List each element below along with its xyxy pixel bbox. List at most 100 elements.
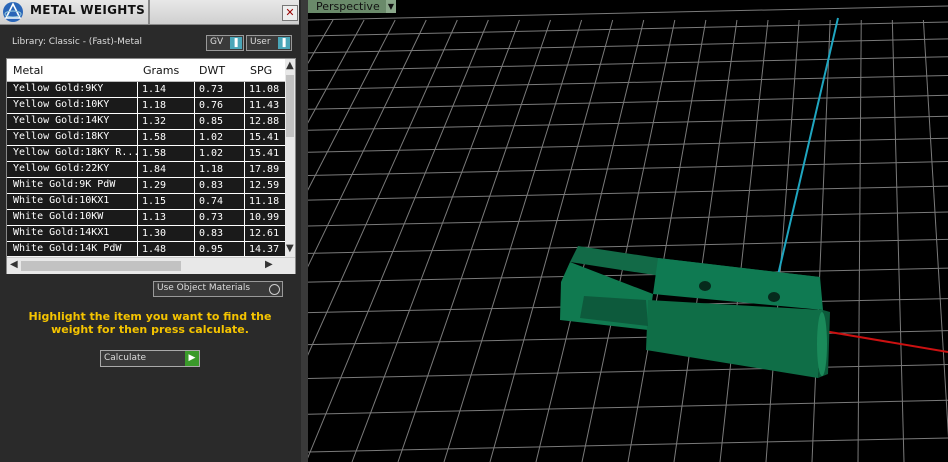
horizontal-scroll-thumb[interactable] (21, 261, 181, 271)
table-row[interactable]: White Gold:10KW 1.13 0.73 10.99 (7, 210, 285, 226)
grid-line (922, 19, 948, 438)
user-toggle[interactable]: User ❚ (246, 35, 292, 51)
table-row[interactable]: Yellow Gold:10KY 1.18 0.76 11.43 (7, 98, 285, 114)
table-row[interactable]: White Gold:14KX1 1.30 0.83 12.61 (7, 226, 285, 242)
cell-metal: Yellow Gold:9KY (13, 83, 104, 94)
cell-dwt: 0.83 (194, 226, 223, 241)
metal-weights-panel: METAL WEIGHTS ✕ Library: Classic - (Fast… (0, 0, 302, 462)
grid-line (308, 56, 948, 72)
scroll-down-icon[interactable]: ▼ (286, 243, 294, 254)
table-row[interactable]: White Gold:9K PdW 1.29 0.83 12.59 (7, 178, 285, 194)
grid-line (308, 19, 396, 191)
cell-grams: 1.84 (137, 162, 166, 177)
cell-metal: Yellow Gold:10KY (13, 99, 110, 110)
cell-metal: White Gold:14K PdW (13, 243, 122, 254)
grid-line (308, 330, 948, 346)
grid-line (308, 211, 948, 227)
use-object-materials-label: Use Object Materials (157, 283, 251, 293)
cell-metal: Yellow Gold:18KY R... (13, 147, 140, 158)
grid-line (308, 5, 948, 21)
horizontal-scrollbar[interactable]: ◀ ▶ (7, 257, 295, 274)
library-label: Library: Classic - (Fast)-Metal (12, 37, 143, 47)
y-axis-line (777, 17, 839, 276)
cell-dwt: 1.02 (194, 146, 223, 161)
table-row[interactable]: White Gold:14K PdW 1.48 0.95 14.37 (7, 242, 285, 256)
table-row[interactable]: Yellow Gold:18KY 1.58 1.02 15.41 (7, 130, 285, 146)
title-separator (148, 0, 150, 24)
cell-metal: White Gold:9K PdW (13, 179, 116, 190)
cell-spg: 15.41 (244, 130, 279, 145)
cell-dwt: 0.73 (194, 82, 223, 97)
scroll-left-icon[interactable]: ◀ (10, 259, 18, 270)
grid-line (308, 38, 948, 54)
cell-grams: 1.18 (137, 98, 166, 113)
toggle-indicator-icon: ❚ (230, 37, 242, 49)
cell-grams: 1.29 (137, 178, 166, 193)
vertical-scrollbar[interactable]: ▲ ▼ (285, 59, 295, 257)
grid-line (308, 399, 948, 415)
gv-toggle[interactable]: GV ❚ (206, 35, 244, 51)
panel-splitter[interactable] (301, 0, 308, 462)
grid-line (489, 19, 614, 462)
vertical-scroll-thumb[interactable] (286, 75, 294, 137)
scroll-right-icon[interactable]: ▶ (265, 259, 273, 270)
use-object-materials-option[interactable]: Use Object Materials (153, 281, 283, 297)
metal-table: Metal Grams DWT SPG Yellow Gold:9KY 1.14 0… (6, 58, 296, 274)
radio-icon[interactable] (269, 284, 280, 295)
viewport-canvas[interactable] (308, 0, 948, 462)
scroll-up-icon[interactable]: ▲ (286, 60, 294, 71)
table-body: Yellow Gold:9KY 1.14 0.73 11.08 Yellow Gold… (7, 82, 285, 256)
cell-dwt: 0.73 (194, 210, 223, 225)
cell-dwt: 0.95 (194, 242, 223, 256)
instruction-message: Highlight the item you want to find the … (28, 310, 272, 336)
cell-metal: White Gold:10KW (13, 211, 104, 222)
table-row[interactable]: Yellow Gold:14KY 1.32 0.85 12.88 (7, 114, 285, 130)
user-toggle-label: User (250, 37, 271, 47)
table-row[interactable]: Yellow Gold:22KY 1.84 1.18 17.89 (7, 162, 285, 178)
3d-object[interactable] (560, 246, 830, 378)
column-header-spg[interactable]: SPG (250, 64, 272, 77)
table-row[interactable]: White Gold:10KX1 1.15 0.74 11.18 (7, 194, 285, 210)
column-header-grams[interactable]: Grams (143, 64, 179, 77)
grid-line (308, 74, 948, 90)
cell-metal: Yellow Gold:18KY (13, 131, 110, 142)
toggle-indicator-icon: ❚ (278, 37, 290, 49)
table-row[interactable]: Yellow Gold:9KY 1.14 0.73 11.08 (7, 82, 285, 98)
cell-dwt: 1.02 (194, 130, 223, 145)
cell-grams: 1.14 (137, 82, 166, 97)
perspective-viewport[interactable]: Perspective ▼ (308, 0, 948, 462)
grid-line (308, 19, 427, 268)
cell-spg: 17.89 (244, 162, 279, 177)
x-axis-line (817, 329, 948, 353)
grid-line (308, 19, 365, 124)
cell-grams: 1.58 (137, 146, 166, 161)
view-mode-label[interactable]: Perspective (308, 0, 390, 13)
cell-spg: 12.59 (244, 178, 279, 193)
cell-dwt: 0.74 (194, 194, 223, 209)
table-header: Metal Grams DWT SPG (7, 59, 285, 82)
close-button[interactable]: ✕ (282, 5, 298, 21)
calculate-button[interactable]: Calculate ▶ (100, 350, 200, 367)
play-arrow-icon[interactable]: ▶ (185, 351, 199, 366)
cell-grams: 1.13 (137, 210, 166, 225)
grid-lines (308, 5, 948, 462)
table-row[interactable]: Yellow Gold:18KY R... 1.58 1.02 15.41 (7, 146, 285, 162)
grid-line (308, 364, 948, 380)
cell-dwt: 1.18 (194, 162, 223, 177)
cell-dwt: 0.85 (194, 114, 223, 129)
grid-line (308, 161, 948, 177)
cell-grams: 1.58 (137, 130, 166, 145)
grid-line (308, 115, 948, 131)
close-icon: ✕ (285, 6, 295, 19)
cell-metal: Yellow Gold:14KY (13, 115, 110, 126)
cell-spg: 14.37 (244, 242, 279, 256)
app-logo-icon (3, 2, 23, 22)
view-dropdown-icon[interactable]: ▼ (386, 0, 396, 13)
cell-spg: 12.61 (244, 226, 279, 241)
gv-toggle-label: GV (210, 37, 224, 47)
grid-line (308, 21, 948, 37)
grid-line (765, 19, 800, 462)
column-header-dwt[interactable]: DWT (199, 64, 225, 77)
column-header-metal[interactable]: Metal (13, 64, 43, 77)
grid-line (535, 19, 645, 462)
